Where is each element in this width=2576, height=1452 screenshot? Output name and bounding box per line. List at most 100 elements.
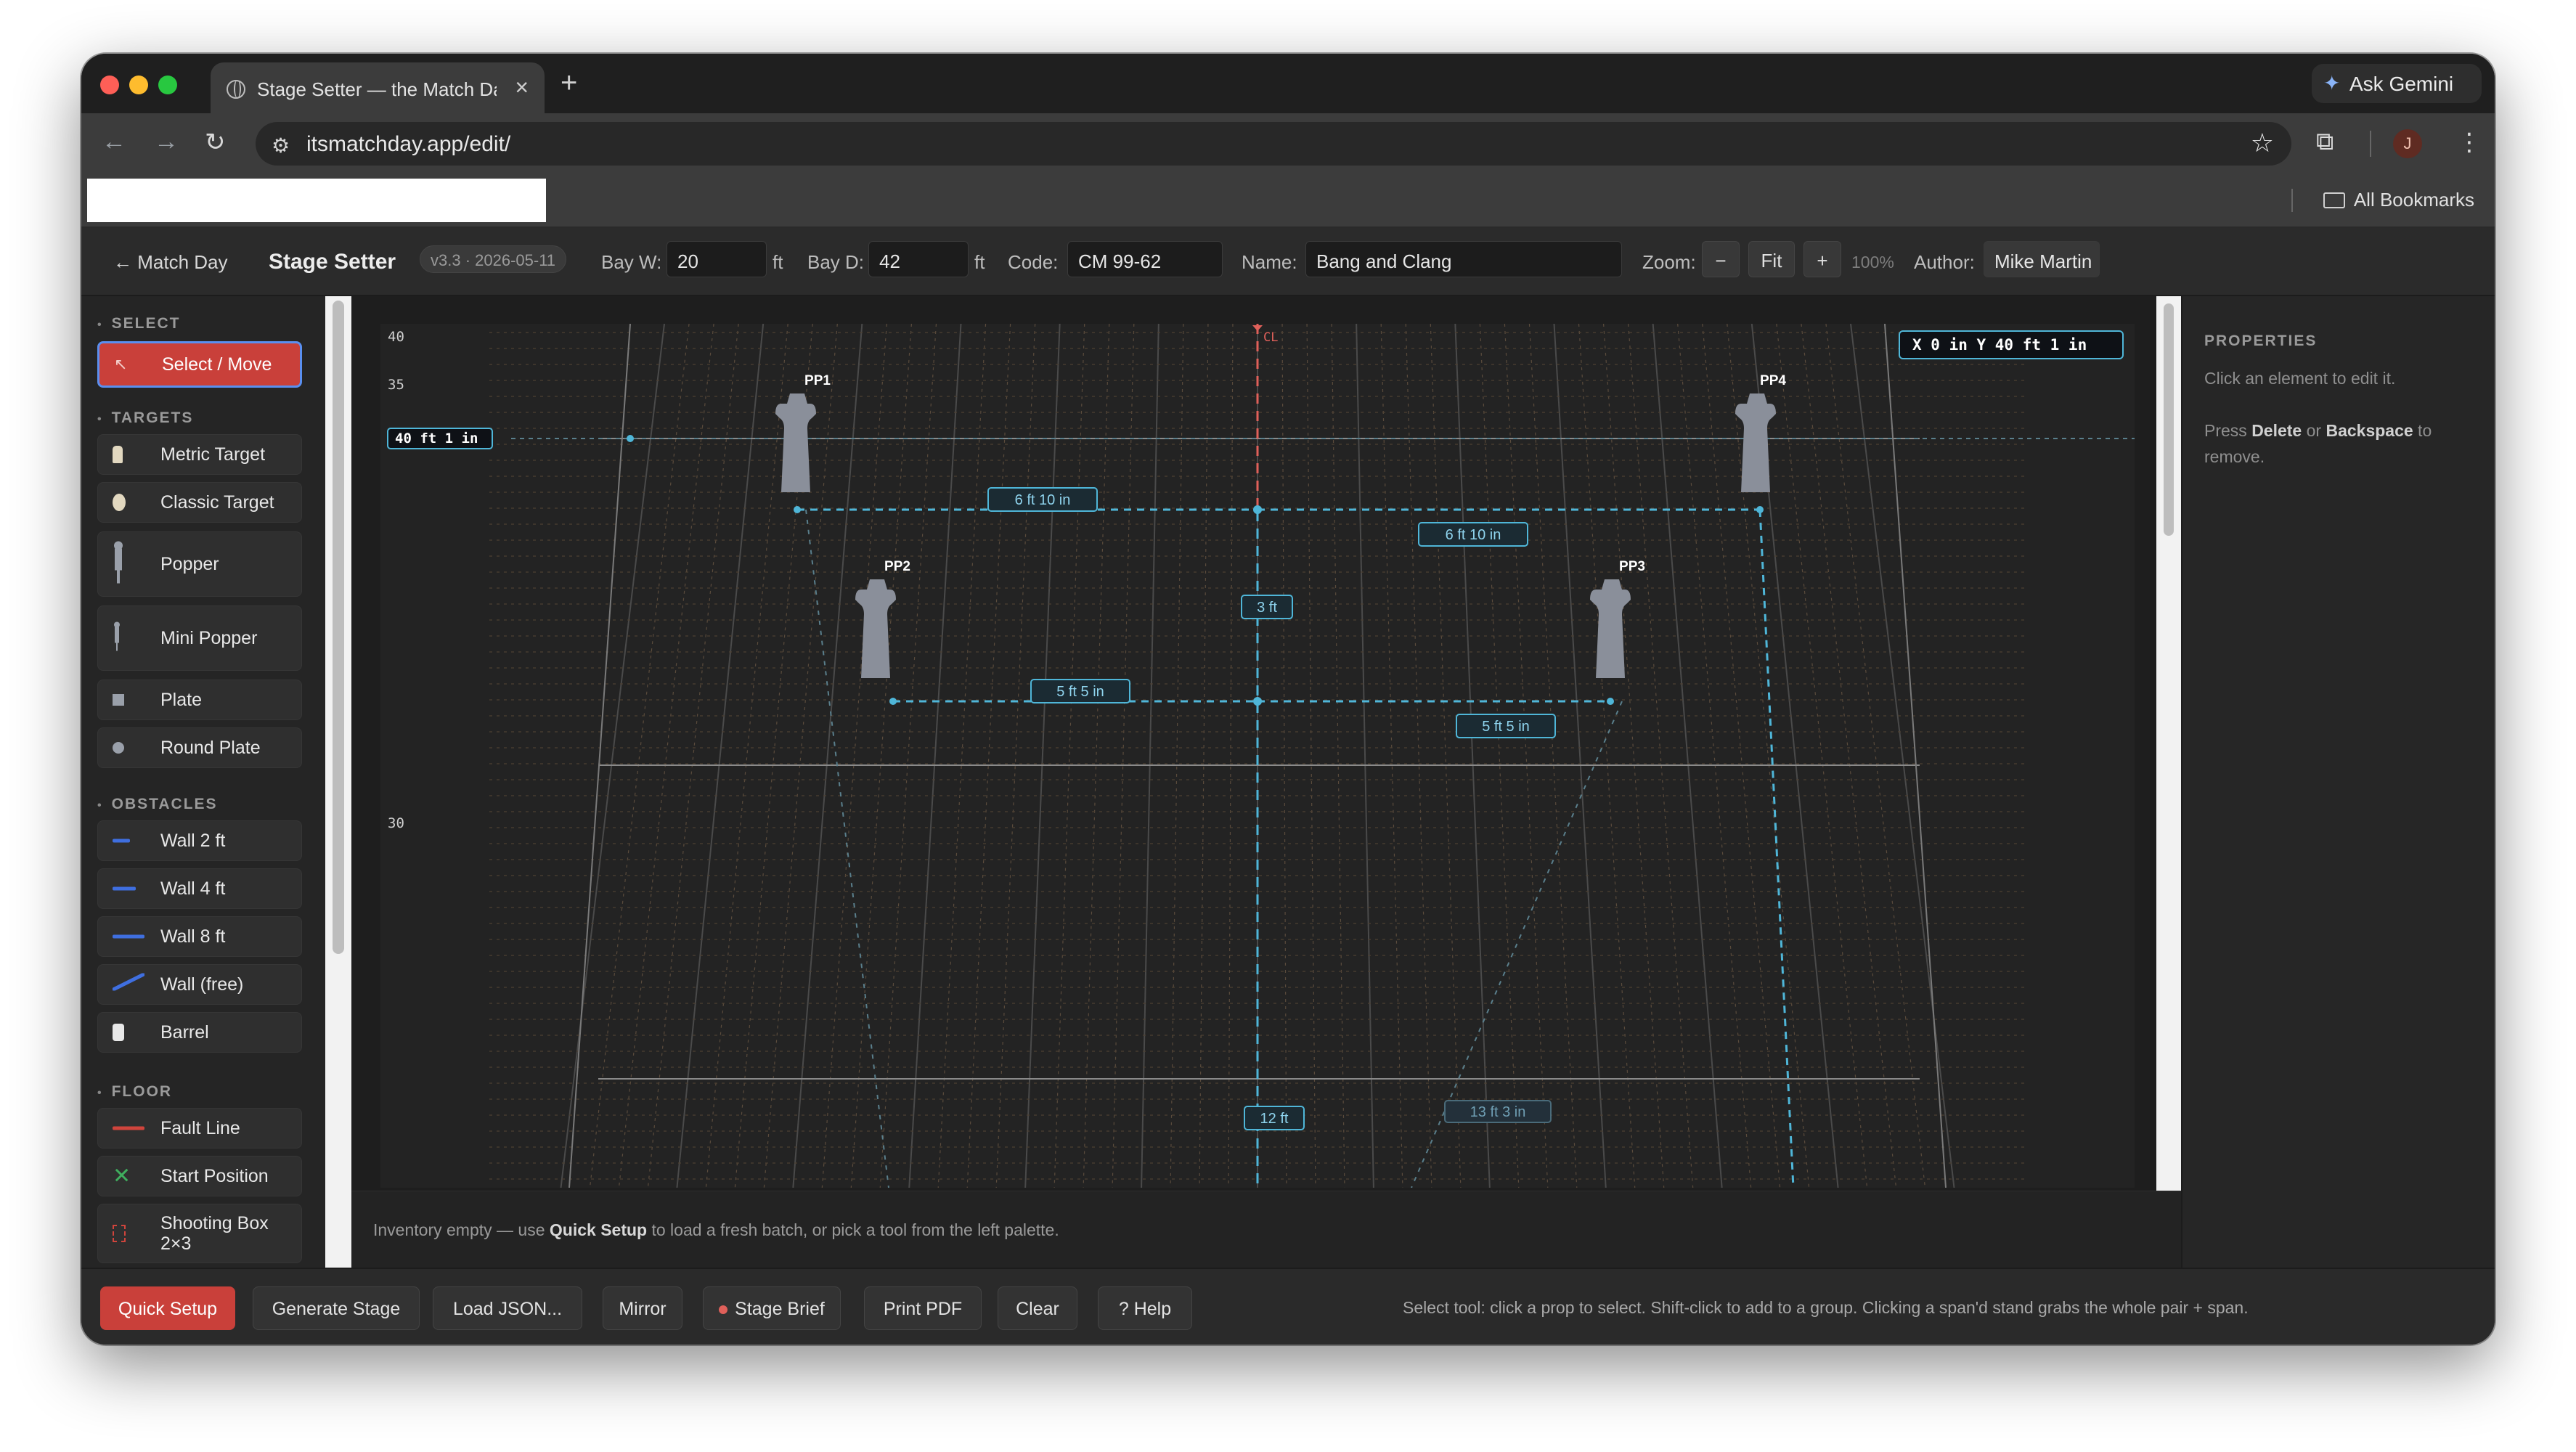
tool-wall-8ft[interactable]: Wall 8 ft — [97, 916, 302, 957]
start-position-x-icon: ✕ — [113, 1164, 131, 1188]
tool-label: Barrel — [160, 1022, 209, 1043]
palette-scrollbar[interactable] — [325, 296, 351, 1268]
dim-line-right-vertical — [1758, 509, 1795, 1188]
profile-avatar[interactable]: J — [2393, 129, 2422, 158]
tab-search-icon[interactable]: ⧉ — [2316, 128, 2334, 156]
barrel-icon — [113, 1024, 124, 1041]
tool-classic-target[interactable]: Classic Target — [97, 482, 302, 523]
canvas-scrollbar-thumb[interactable] — [2164, 303, 2174, 536]
stage-brief-button[interactable]: Stage Brief — [703, 1286, 841, 1330]
dim-label-5: 5 ft 5 in — [1482, 719, 1530, 735]
tool-mini-popper[interactable]: Mini Popper — [97, 605, 302, 671]
tool-label: Wall 4 ft — [160, 878, 226, 899]
grid-minor-line — [1602, 324, 1665, 1188]
tool-start-position[interactable]: ✕ Start Position — [97, 1156, 302, 1196]
tool-label: Metric Target — [160, 444, 266, 465]
bay-depth-input[interactable]: 42 — [868, 241, 969, 277]
dim-badge-7: 13 ft 3 in — [1444, 1100, 1552, 1123]
toolbar-divider — [2370, 131, 2371, 157]
minimize-window-button[interactable] — [129, 76, 148, 94]
back-to-match-day-link[interactable]: ← Match Day — [113, 251, 228, 274]
url-text: itsmatchday.app/edit/ — [306, 132, 511, 156]
bookmarks-blank-area — [87, 179, 546, 222]
tool-label: Select / Move — [162, 354, 272, 375]
maximize-window-button[interactable] — [158, 76, 177, 94]
code-input[interactable]: CM 99-62 — [1067, 241, 1223, 277]
tool-wall-4ft[interactable]: Wall 4 ft — [97, 868, 302, 909]
tool-label: Wall (free) — [160, 974, 244, 995]
label-pp4: PP4 — [1760, 373, 1786, 388]
mirror-button[interactable]: Mirror — [603, 1286, 682, 1330]
dim-badge-2: 6 ft 10 in — [1418, 522, 1528, 547]
grid-major-line — [1024, 324, 1061, 1188]
browser-tab[interactable]: Stage Setter — the Match Day × — [211, 62, 545, 113]
generate-stage-button[interactable]: Generate Stage — [253, 1286, 420, 1330]
palette-scrollbar-thumb[interactable] — [333, 301, 344, 954]
tool-round-plate[interactable]: Round Plate — [97, 727, 302, 768]
close-tab-icon[interactable]: × — [515, 74, 529, 101]
address-bar[interactable]: ⚙ itsmatchday.app/edit/ ☆ — [256, 122, 2291, 166]
bay-width-input[interactable]: 20 — [667, 241, 767, 277]
tool-shooting-box[interactable]: Shooting Box 2×3 — [97, 1204, 302, 1263]
properties-panel: PROPERTIES Click an element to edit it. … — [2181, 296, 2495, 1268]
back-icon[interactable]: ← — [102, 128, 126, 156]
browser-window: Stage Setter — the Match Day × + ✦ Ask G… — [81, 54, 2495, 1345]
author-input[interactable]: Mike Martin — [1984, 241, 2100, 277]
tool-plate[interactable]: Plate — [97, 680, 302, 720]
grid-major-line — [1356, 324, 1374, 1188]
grid-minor-line — [1504, 324, 1549, 1188]
new-tab-button[interactable]: + — [561, 67, 577, 99]
anchor-pp3 — [1607, 698, 1614, 705]
canvas-scrollbar[interactable] — [2156, 296, 2181, 1191]
tool-barrel[interactable]: Barrel — [97, 1012, 302, 1053]
zoom-in-button[interactable]: + — [1803, 241, 1841, 277]
grid-minor-line — [1578, 324, 1636, 1188]
all-bookmarks-button[interactable]: All Bookmarks — [2323, 189, 2474, 211]
load-json-button[interactable]: Load JSON... — [433, 1286, 582, 1330]
stage-brief-label: Stage Brief — [735, 1299, 825, 1319]
forward-icon[interactable]: → — [154, 128, 179, 156]
stage-canvas[interactable]: 40 35 30 CL 40 ft 1 in X 0 in Y 40 ft 1 … — [380, 324, 2135, 1188]
round-plate-icon — [113, 742, 124, 754]
tool-label: Fault Line — [160, 1118, 240, 1138]
tool-select-move[interactable]: ↖ Select / Move — [97, 341, 302, 388]
anchor-center-top — [1253, 505, 1262, 514]
toolbar: ← → ↻ ⚙ itsmatchday.app/edit/ ☆ ⧉ J ⋮ — [81, 113, 2495, 174]
status-post: to load a fresh batch, or pick a tool fr… — [647, 1220, 1059, 1239]
zoom-fit-button[interactable]: Fit — [1748, 241, 1795, 277]
tool-wall-2ft[interactable]: Wall 2 ft — [97, 820, 302, 861]
classic-target-icon — [113, 494, 126, 511]
grid-minor-line — [705, 324, 788, 1188]
bay-depth-label: Bay D: — [807, 251, 865, 273]
clear-button[interactable]: Clear — [998, 1286, 1077, 1330]
all-bookmarks-label: All Bookmarks — [2353, 189, 2474, 211]
tool-popper[interactable]: Popper — [97, 531, 302, 597]
tool-metric-target[interactable]: Metric Target — [97, 434, 302, 475]
label-pp2: PP2 — [884, 559, 910, 574]
name-input[interactable]: Bang and Clang — [1305, 241, 1622, 277]
centerline-marker — [1252, 325, 1263, 331]
grid-minor-line — [1306, 324, 1316, 1188]
quick-setup-button[interactable]: Quick Setup — [100, 1286, 235, 1330]
tool-label: Plate — [160, 690, 202, 710]
grid-major-line — [1850, 324, 1955, 1188]
more-menu-icon[interactable]: ⋮ — [2457, 128, 2482, 157]
ask-gemini-button[interactable]: ✦ Ask Gemini — [2312, 64, 2482, 103]
tool-fault-line[interactable]: Fault Line — [97, 1108, 302, 1149]
site-settings-icon[interactable]: ⚙ — [272, 134, 290, 158]
print-pdf-button[interactable]: Print PDF — [864, 1286, 982, 1330]
help-button[interactable]: ? Help — [1098, 1286, 1192, 1330]
reload-icon[interactable]: ↻ — [205, 128, 226, 157]
grid-major-line — [560, 324, 665, 1188]
inventory-status-text: Inventory empty — use Quick Setup to loa… — [373, 1220, 1059, 1240]
zoom-out-button[interactable]: − — [1702, 241, 1740, 277]
grid-minor-line — [1702, 324, 1781, 1188]
grid-minor-line — [1281, 324, 1287, 1188]
tool-label: Round Plate — [160, 738, 261, 758]
grid-minor-line — [1825, 324, 1926, 1188]
grid-minor-line — [1430, 324, 1462, 1188]
grid-minor-line — [647, 324, 739, 1188]
bookmark-star-icon[interactable]: ☆ — [2251, 128, 2274, 158]
tool-wall-free[interactable]: Wall (free) — [97, 964, 302, 1005]
close-window-button[interactable] — [100, 76, 119, 94]
